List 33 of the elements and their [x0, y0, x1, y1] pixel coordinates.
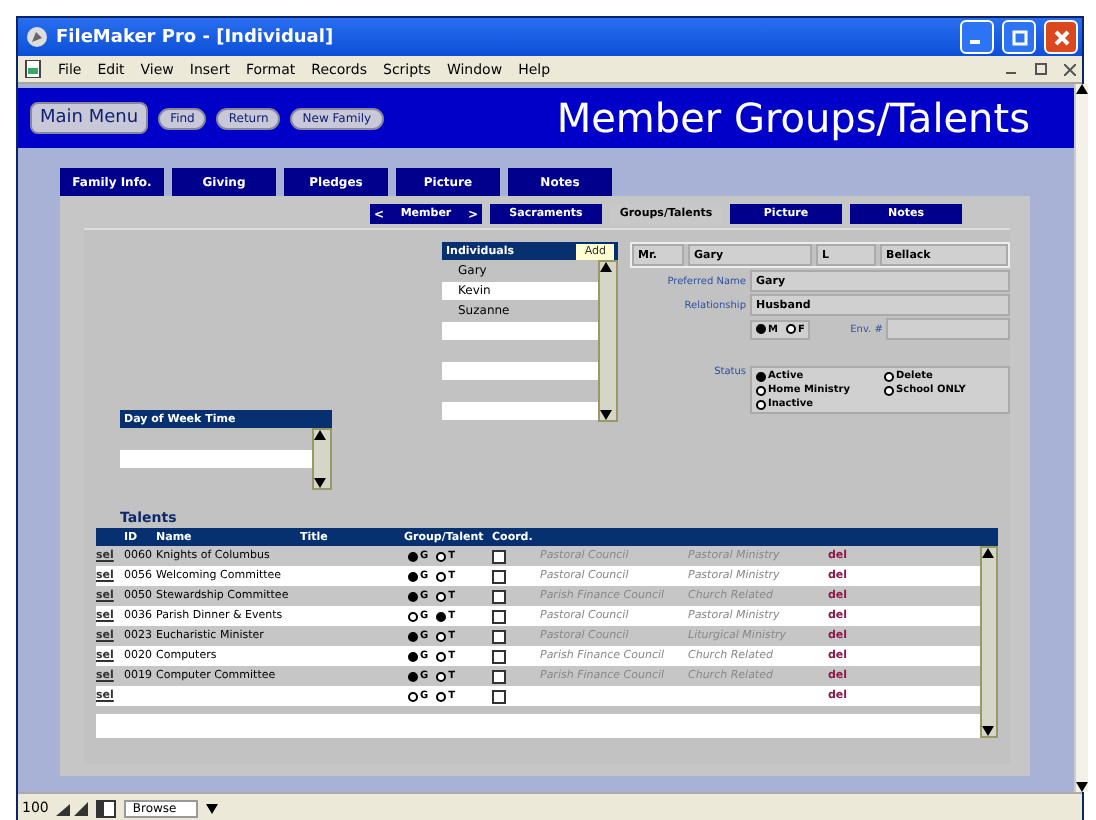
- minimize-button[interactable]: [960, 20, 994, 54]
- coord-checkbox[interactable]: [492, 669, 506, 683]
- envelope-field[interactable]: [886, 318, 1010, 340]
- layout-icon[interactable]: [96, 799, 117, 817]
- scroll-down-icon[interactable]: [314, 478, 326, 488]
- close-button[interactable]: [1044, 20, 1078, 54]
- page-title: Member Groups/Talents: [556, 94, 1032, 142]
- coord-checkbox[interactable]: [492, 629, 506, 643]
- document-icon: [24, 60, 42, 78]
- close-icon: [1053, 29, 1069, 45]
- zoom-icon[interactable]: [56, 799, 89, 817]
- scroll-up-icon[interactable]: [1076, 84, 1088, 94]
- coord-checkbox[interactable]: [492, 689, 506, 703]
- scroll-down-icon[interactable]: [1076, 782, 1088, 792]
- coord-checkbox[interactable]: [492, 549, 506, 563]
- dropdown-caret-icon[interactable]: [206, 803, 219, 813]
- scroll-down-icon[interactable]: [982, 726, 994, 736]
- scroll-down-icon[interactable]: [600, 410, 612, 420]
- coord-checkbox[interactable]: [492, 569, 506, 583]
- window-title: FileMaker Pro - [Individual]: [56, 27, 336, 47]
- window-scrollbar[interactable]: [1074, 84, 1088, 792]
- coord-checkbox[interactable]: [492, 589, 506, 603]
- maximize-icon: [1011, 29, 1027, 45]
- coord-checkbox[interactable]: [492, 649, 506, 663]
- close-icon[interactable]: [1064, 63, 1076, 75]
- app-icon: [26, 26, 48, 48]
- scrollbar[interactable]: [598, 260, 618, 422]
- scrollbar[interactable]: [312, 428, 332, 490]
- maximize-button[interactable]: [1002, 20, 1036, 54]
- scrollbar[interactable]: [980, 546, 998, 738]
- main-menu-button[interactable]: Main Menu: [30, 102, 149, 134]
- restore-icon[interactable]: [1034, 62, 1048, 76]
- coord-checkbox[interactable]: [492, 609, 506, 623]
